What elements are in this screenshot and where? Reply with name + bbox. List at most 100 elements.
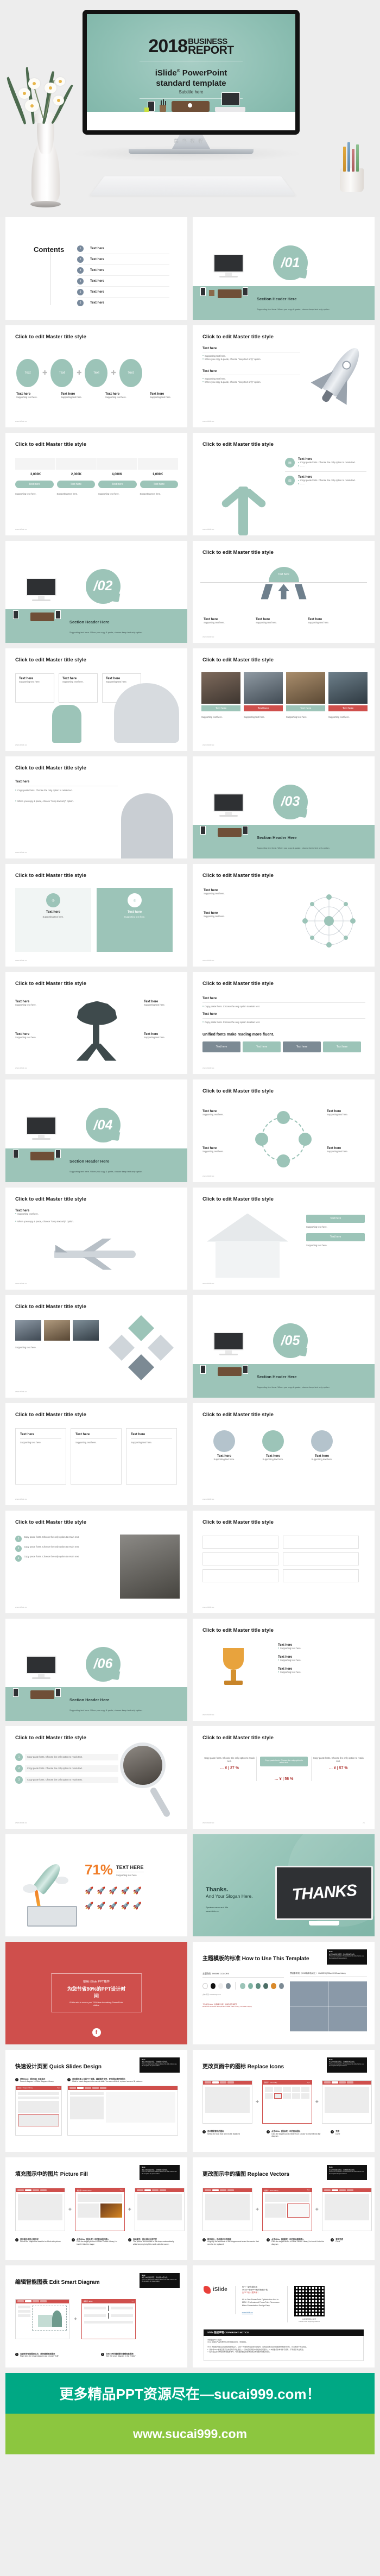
slide-fonts[interactable]: Click to edit Master title style Text he… xyxy=(193,971,375,1074)
font-button[interactable]: Text here xyxy=(202,1041,240,1052)
slide-four-columns[interactable]: Click to edit Master title style 3,000K … xyxy=(5,433,187,535)
slide-rocket-percent[interactable]: 71% TEXT HERE Supporting text here 🚀 🚀 🚀 🚀 🚀… xyxy=(5,1834,187,1936)
checklist-row[interactable] xyxy=(283,1569,359,1582)
slide-title: Click to edit Master title style xyxy=(15,1196,86,1202)
photo-card[interactable]: Text here xyxy=(328,672,368,711)
slide-section-03[interactable]: /03 Section Header Here Supporting text … xyxy=(193,756,375,858)
checklist-row[interactable] xyxy=(202,1536,278,1549)
swatch[interactable] xyxy=(226,1982,231,1989)
slide-price-compare[interactable]: Click to edit Master title style Copy pa… xyxy=(193,1726,375,1829)
slide-boxes-hand[interactable]: Click to edit Master title style Text he… xyxy=(5,648,187,751)
list-item[interactable]: 4 Text here xyxy=(77,276,169,287)
house-label[interactable]: Text here xyxy=(306,1233,365,1241)
slide-diamonds[interactable]: Click to edit Master title style Support… xyxy=(5,1295,187,1398)
swatch[interactable] xyxy=(263,1982,269,1989)
slide-rocket-list[interactable]: Click to edit Master title style Text he… xyxy=(193,325,375,427)
slide-contents[interactable]: Contents 1 Text here 2 Text here 3 Text her… xyxy=(5,217,187,320)
font-button[interactable]: Text here xyxy=(283,1041,321,1052)
panel[interactable]: ◎ Text here Supporting text here. xyxy=(97,888,173,952)
photo-card[interactable]: Text here xyxy=(201,672,240,711)
slide-airplane[interactable]: Click to edit Master title style Text he… xyxy=(5,1187,187,1290)
slide-photo-strip[interactable]: Click to edit Master title style Text he… xyxy=(193,648,375,751)
photo-thumb[interactable] xyxy=(73,1320,99,1341)
list-item[interactable]: 2 Text here xyxy=(77,254,169,265)
card[interactable]: Text here Supporting text here. xyxy=(71,1428,122,1485)
swatch[interactable] xyxy=(210,1982,216,1989)
slide-roots-tree[interactable]: Click to edit Master title style Text he… xyxy=(5,971,187,1074)
list-item[interactable]: 5 Text here xyxy=(77,287,169,298)
slide-tree-silhouette[interactable]: Click to edit Master title style ▤ Text … xyxy=(193,433,375,535)
pill-button[interactable]: Text here xyxy=(98,481,137,488)
font-button[interactable]: Text here xyxy=(323,1041,361,1052)
house-label[interactable]: Text here xyxy=(306,1214,365,1223)
card[interactable]: Text here Supporting text here. xyxy=(15,1428,66,1485)
checklist-row[interactable] xyxy=(283,1552,359,1565)
checklist-row[interactable] xyxy=(283,1536,359,1549)
slide-how-to-use[interactable]: 主题模板的标准 How to Use This Template Note 本页… xyxy=(193,1942,375,2044)
step-en: Select the shape that need to be filled … xyxy=(20,2240,61,2243)
slide-three-cards[interactable]: Click to edit Master title style Text he… xyxy=(5,1403,187,1505)
slide-row: /02 Section Header Here Supporting text … xyxy=(5,540,375,643)
info-box[interactable]: Text here Supporting text here. xyxy=(15,673,54,703)
checklist-row[interactable] xyxy=(202,1569,278,1582)
islide-link[interactable]: www.islide.cc xyxy=(242,2312,280,2314)
swatch[interactable] xyxy=(202,1982,208,1989)
thanks-meta: Speaker name and title www.islide.cc xyxy=(206,1905,252,1913)
photo-card[interactable]: Text here xyxy=(286,672,325,711)
slide-section-02[interactable]: /02 Section Header Here Supporting text … xyxy=(5,540,187,643)
list-item[interactable]: 1 Text here xyxy=(77,243,169,254)
slide-picture-fill[interactable]: 填充图示中的图片 Picture Fill Note 本页为本模板说明页，请勿删… xyxy=(5,2157,187,2260)
slide-replace-vectors[interactable]: 更改图示中的插图 Replace Vectors Note 本页为本模板说明页，… xyxy=(193,2157,375,2260)
facebook-icon[interactable]: f xyxy=(92,2028,101,2037)
phone-icon xyxy=(55,610,61,619)
slide-trophy[interactable]: Click to edit Master title style Text he… xyxy=(193,1618,375,1721)
bullet-text: Supporting text here. xyxy=(15,1213,97,1216)
list-item[interactable]: 6 Text here xyxy=(77,298,169,308)
slide-replace-icons[interactable]: 更改页面中的图标 Replace Icons Note 本页为本模板说明页，请勿… xyxy=(193,2049,375,2152)
photo-card[interactable]: Text here xyxy=(244,672,283,711)
slide-person-text[interactable]: Click to edit Master title style Text he… xyxy=(5,756,187,858)
slide-thanks[interactable]: Thanks. And Your Slogan Here. Speaker na… xyxy=(193,1834,375,1936)
swatch[interactable] xyxy=(240,1982,245,1989)
swatch[interactable] xyxy=(255,1982,261,1989)
slide-footer-url: www.islide.cc xyxy=(15,1606,27,1608)
font-button[interactable]: Text here xyxy=(243,1041,281,1052)
slide-quick-design[interactable]: 快速设计页面 Quick Slides Design Note 本页为本模板说明… xyxy=(5,2049,187,2152)
photo-thumb[interactable] xyxy=(44,1320,70,1341)
globe-icon xyxy=(213,1430,235,1452)
panel[interactable]: ◎ Text here Supporting text here. xyxy=(15,888,91,952)
slide-red-promo[interactable]: 使用 iSlide PPT插件 为您节省90%的PPT设计时间 iSlide a… xyxy=(5,1942,187,2044)
slide-section-01[interactable]: /01 Section Header Here Supporting text … xyxy=(193,217,375,320)
slide-roads-perspective[interactable]: Click to edit Master title style Text he… xyxy=(193,540,375,643)
slide-row: /04 Section Header Here Supporting text … xyxy=(5,1079,375,1182)
slide-section-06[interactable]: /06 Section Header Here Supporting text … xyxy=(5,1618,187,1721)
slide-section-05[interactable]: /05 Section Header Here Supporting text … xyxy=(193,1295,375,1398)
slide-city-photo[interactable]: Click to edit Master title style 1 Copy p… xyxy=(5,1511,187,1613)
slide-two-panels[interactable]: Click to edit Master title style ◎ Text … xyxy=(5,864,187,967)
photo-thumb[interactable] xyxy=(15,1320,41,1341)
slide-house[interactable]: Click to edit Master title style Text he… xyxy=(193,1187,375,1290)
pill-button[interactable]: Text here xyxy=(15,481,54,488)
rocket-glyph: 🚀 xyxy=(132,1886,142,1895)
swatch[interactable] xyxy=(248,1982,253,1989)
slide-globes[interactable]: Click to edit Master title style Text he… xyxy=(193,1403,375,1505)
pill-button[interactable]: Text here xyxy=(140,481,178,488)
slide-edit-smart-diagram[interactable]: 编辑智能图表 Edit Smart Diagram Note 本页为本模板说明页… xyxy=(5,2265,187,2367)
slide-plus-circles[interactable]: Click to edit Master title style Text ✚ … xyxy=(5,325,187,427)
slide-network[interactable]: Click to edit Master title style Text he… xyxy=(193,864,375,967)
swatch[interactable] xyxy=(271,1982,276,1989)
slide-checklist[interactable]: Click to edit Master title style www.isl… xyxy=(193,1511,375,1613)
slide-cycle[interactable]: Click to edit Master title style Text he… xyxy=(193,1079,375,1182)
info-box[interactable]: Text here Supporting text here. xyxy=(59,673,98,703)
checklist-row[interactable] xyxy=(202,1552,278,1565)
plus-icon: ✚ xyxy=(256,2208,259,2212)
slide-copyright[interactable]: iSlide PPT一键完成排版 180万+专业PPT素材免费下载 让PPT设计… xyxy=(193,2265,375,2367)
pill-button[interactable]: Text here xyxy=(56,481,95,488)
swatch[interactable] xyxy=(218,1982,224,1989)
card[interactable]: Text here Supporting text here. xyxy=(126,1428,177,1485)
swatch[interactable] xyxy=(278,1982,284,1989)
slide-section-04[interactable]: /04 Section Header Here Supporting text … xyxy=(5,1079,187,1182)
list-item[interactable]: 3 Text here xyxy=(77,265,169,276)
monitor-stand xyxy=(309,1921,339,1925)
slide-magnifier[interactable]: Click to edit Master title style 1 Copy p… xyxy=(5,1726,187,1829)
